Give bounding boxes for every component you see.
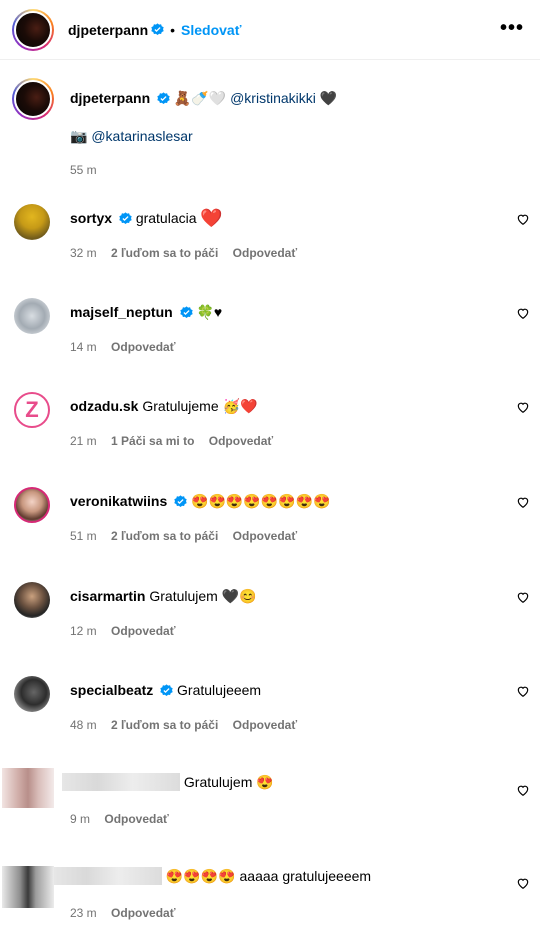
heart-outline-icon[interactable]	[516, 590, 530, 604]
caption-emojis: 🧸🍼🤍	[173, 90, 227, 106]
comment-text: Gratulujeme	[142, 398, 219, 414]
heart-outline-icon[interactable]	[516, 212, 530, 226]
more-options-icon[interactable]: •••	[500, 18, 524, 38]
separator-dot: •	[170, 21, 176, 38]
comment-likes[interactable]: 1 Páči sa mi to	[111, 434, 194, 448]
comment-item: 😍😍😍😍 aaaaa gratulujeeeem 23 m Odpovedať	[0, 850, 540, 940]
heart-outline-icon[interactable]	[516, 783, 530, 797]
comment-item: veronikatwiins 😍😍😍😍😍😍😍😍 51 m 2 ľuďom sa …	[0, 487, 540, 577]
comment-time: 21 m	[70, 434, 97, 448]
reply-button[interactable]: Odpovedať	[233, 718, 297, 732]
comment-time: 48 m	[70, 718, 97, 732]
reply-button[interactable]: Odpovedať	[209, 434, 273, 448]
comment-time: 51 m	[70, 529, 97, 543]
black-heart-emoji: 🖤	[319, 90, 338, 106]
comment-text: Gratulujem	[183, 774, 253, 790]
comment-emoji: 😍😍😍😍😍😍😍😍	[191, 493, 331, 509]
heart-outline-icon[interactable]	[516, 306, 530, 320]
comment-username-blurred[interactable]	[62, 773, 180, 791]
comment-emoji: 🖤😊	[221, 588, 257, 604]
comment-likes[interactable]: 2 ľuďom sa to páči	[111, 246, 218, 260]
comment-item: specialbeatz Gratulujeeem 48 m 2 ľuďom s…	[0, 676, 540, 766]
comment-likes[interactable]: 2 ľuďom sa to páči	[111, 529, 218, 543]
verified-badge-icon	[160, 684, 173, 697]
comment-emoji: ❤️	[200, 208, 223, 228]
comment-avatar[interactable]	[14, 582, 50, 618]
comment-username[interactable]: majself_neptun	[70, 304, 173, 320]
verified-badge-icon	[119, 212, 132, 225]
comment-username[interactable]: sortyx	[70, 210, 112, 226]
comment-text: aaaaa gratulujeeeem	[239, 868, 372, 884]
comment-time: 23 m	[70, 906, 97, 920]
heart-outline-icon[interactable]	[516, 400, 530, 414]
caption-username[interactable]: djpeterpann	[70, 90, 150, 106]
reply-button[interactable]: Odpovedať	[111, 624, 175, 638]
comment-text: Gratulujem	[149, 588, 218, 604]
comment-time: 9 m	[70, 812, 91, 826]
camera-emoji: 📷	[70, 128, 88, 144]
reply-button[interactable]: Odpovedať	[111, 906, 175, 920]
comment-item: sortyx gratulacia ❤️ 32 m 2 ľuďom sa to …	[0, 204, 540, 294]
comment-item: Z odzadu.sk Gratulujeme 🥳❤️ 21 m 1 Páči …	[0, 392, 540, 482]
comment-time: 14 m	[70, 340, 97, 354]
reply-button[interactable]: Odpovedať	[233, 246, 297, 260]
comment-username[interactable]: cisarmartin	[70, 588, 145, 604]
mention-link[interactable]: @kristinakikki	[230, 90, 316, 106]
reply-button[interactable]: Odpovedať	[111, 340, 175, 354]
author-avatar[interactable]	[12, 8, 54, 51]
reply-button[interactable]: Odpovedať	[104, 812, 168, 826]
heart-outline-icon[interactable]	[516, 876, 530, 890]
verified-badge-icon	[179, 306, 193, 319]
comment-avatar[interactable]: Z	[14, 392, 50, 428]
comment-avatar[interactable]	[14, 298, 50, 334]
comment-username[interactable]: specialbeatz	[70, 682, 153, 698]
comment-time: 32 m	[70, 246, 97, 260]
comment-text: Gratulujeeem	[177, 682, 262, 698]
verified-badge-icon	[151, 23, 164, 36]
comment-username[interactable]: veronikatwiins	[70, 493, 167, 509]
comment-likes[interactable]: 2 ľuďom sa to páči	[111, 718, 218, 732]
comment-emoji: 🥳❤️	[222, 398, 258, 414]
follow-button[interactable]: Sledovať	[181, 22, 241, 38]
comment-emoji: 😍	[256, 774, 274, 790]
post-header: djpeterpann • Sledovať •••	[0, 0, 540, 60]
comment-avatar[interactable]	[14, 204, 50, 240]
comment-item: majself_neptun 🍀♥ 14 m Odpovedať	[0, 298, 540, 388]
comment-item: Gratulujem 😍 9 m Odpovedať	[0, 768, 540, 858]
author-username[interactable]: djpeterpann	[68, 22, 148, 38]
heart-outline-icon[interactable]	[516, 684, 530, 698]
reply-button[interactable]: Odpovedať	[233, 529, 297, 543]
caption-timestamp: 55 m	[70, 163, 97, 177]
comment-emoji: 🍀♥	[196, 304, 223, 320]
comment-item: cisarmartin Gratulujem 🖤😊 12 m Odpovedať	[0, 582, 540, 672]
heart-outline-icon[interactable]	[516, 495, 530, 509]
comment-avatar-blurred[interactable]	[2, 768, 54, 808]
comment-text: gratulacia	[135, 210, 197, 226]
comment-avatar[interactable]	[14, 487, 50, 523]
comment-username[interactable]: odzadu.sk	[70, 398, 138, 414]
comment-avatar[interactable]	[14, 676, 50, 712]
verified-badge-icon	[174, 495, 187, 508]
comment-username-blurred[interactable]	[54, 867, 162, 885]
comment-time: 12 m	[70, 624, 97, 638]
mention-link[interactable]: @katarinaslesar	[91, 128, 192, 144]
caption-avatar[interactable]	[12, 78, 54, 120]
comment-emoji: 😍😍😍😍	[165, 868, 236, 884]
verified-badge-icon	[157, 92, 170, 105]
comment-avatar-blurred[interactable]	[2, 866, 54, 908]
